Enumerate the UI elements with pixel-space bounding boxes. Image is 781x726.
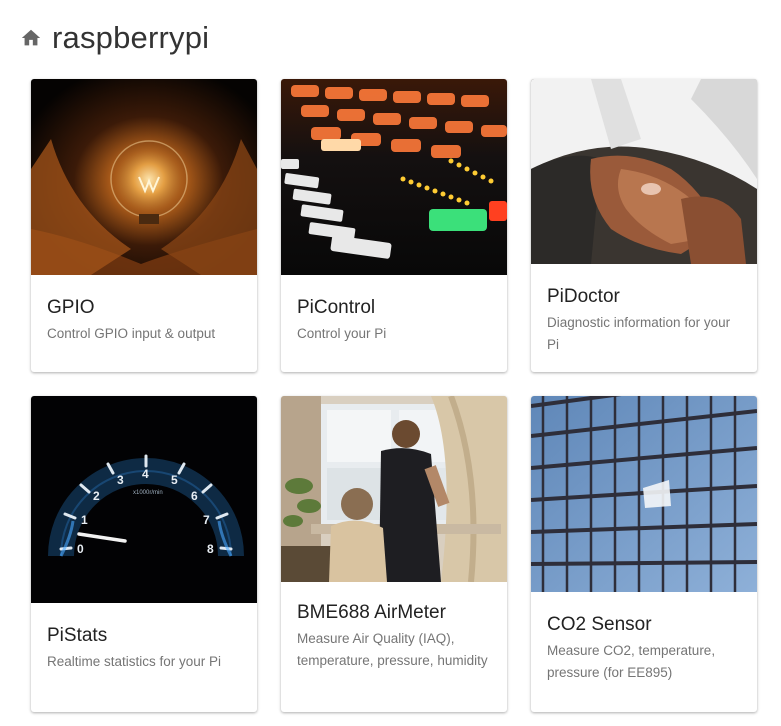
- card-description: Diagnostic information for your Pi: [547, 315, 731, 352]
- card-title: BME688 AirMeter: [297, 602, 446, 623]
- glass-building-facade-photo: [531, 396, 757, 592]
- hostname: raspberrypi: [52, 20, 210, 55]
- card-description: Control your Pi: [297, 326, 387, 341]
- card-title: PiStats: [47, 625, 108, 646]
- home-icon[interactable]: [20, 27, 42, 49]
- holding-hands-photo: [531, 79, 757, 264]
- card-picontrol[interactable]: PiControl Control your Pi: [281, 79, 507, 372]
- gauge-tick-label: 0: [77, 542, 84, 556]
- gauge-tick-label: 6: [191, 489, 198, 503]
- children-at-window-photo: [281, 396, 507, 582]
- card-title: PiDoctor: [547, 286, 620, 307]
- gauge-tick-label: 1: [81, 513, 88, 527]
- card-gpio[interactable]: GPIO Control GPIO input & output: [31, 79, 257, 372]
- gauge-tick-label: 2: [93, 489, 100, 503]
- card-description: Control GPIO input & output: [47, 326, 216, 341]
- card-bme688-airmeter[interactable]: BME688 AirMeter Measure Air Quality (IAQ…: [281, 396, 507, 712]
- card-description: Realtime statistics for your Pi: [47, 654, 222, 669]
- card-description: Measure CO2, temperature, pressure (for …: [547, 643, 716, 680]
- gauge-tick-label: 7: [203, 513, 210, 527]
- card-title: GPIO: [47, 297, 95, 318]
- card-title: CO2 Sensor: [547, 614, 652, 635]
- card-pistats[interactable]: 0 1 2 3 4 5 6 7 8 x1000r/min PiStats Rea…: [31, 396, 257, 712]
- card-title: PiControl: [297, 297, 376, 318]
- gauge-tick-label: 8: [207, 542, 214, 556]
- mixing-console-photo: [281, 79, 507, 275]
- gauge-tick-label: 3: [117, 473, 124, 487]
- gauge-unit: x1000r/min: [133, 490, 163, 496]
- gauge-tick-label: 5: [171, 473, 178, 487]
- card-co2-sensor[interactable]: CO2 Sensor Measure CO2, temperature, pre…: [531, 396, 757, 712]
- tachometer-photo: 0 1 2 3 4 5 6 7 8 x1000r/min: [31, 396, 257, 603]
- card-description: Measure Air Quality (IAQ), temperature, …: [297, 631, 488, 668]
- header: raspberrypi: [20, 18, 209, 58]
- gauge-tick-label: 4: [142, 467, 149, 481]
- card-pidoctor[interactable]: PiDoctor Diagnostic information for your…: [531, 79, 757, 372]
- lightbulb-in-hands-photo: [31, 79, 257, 275]
